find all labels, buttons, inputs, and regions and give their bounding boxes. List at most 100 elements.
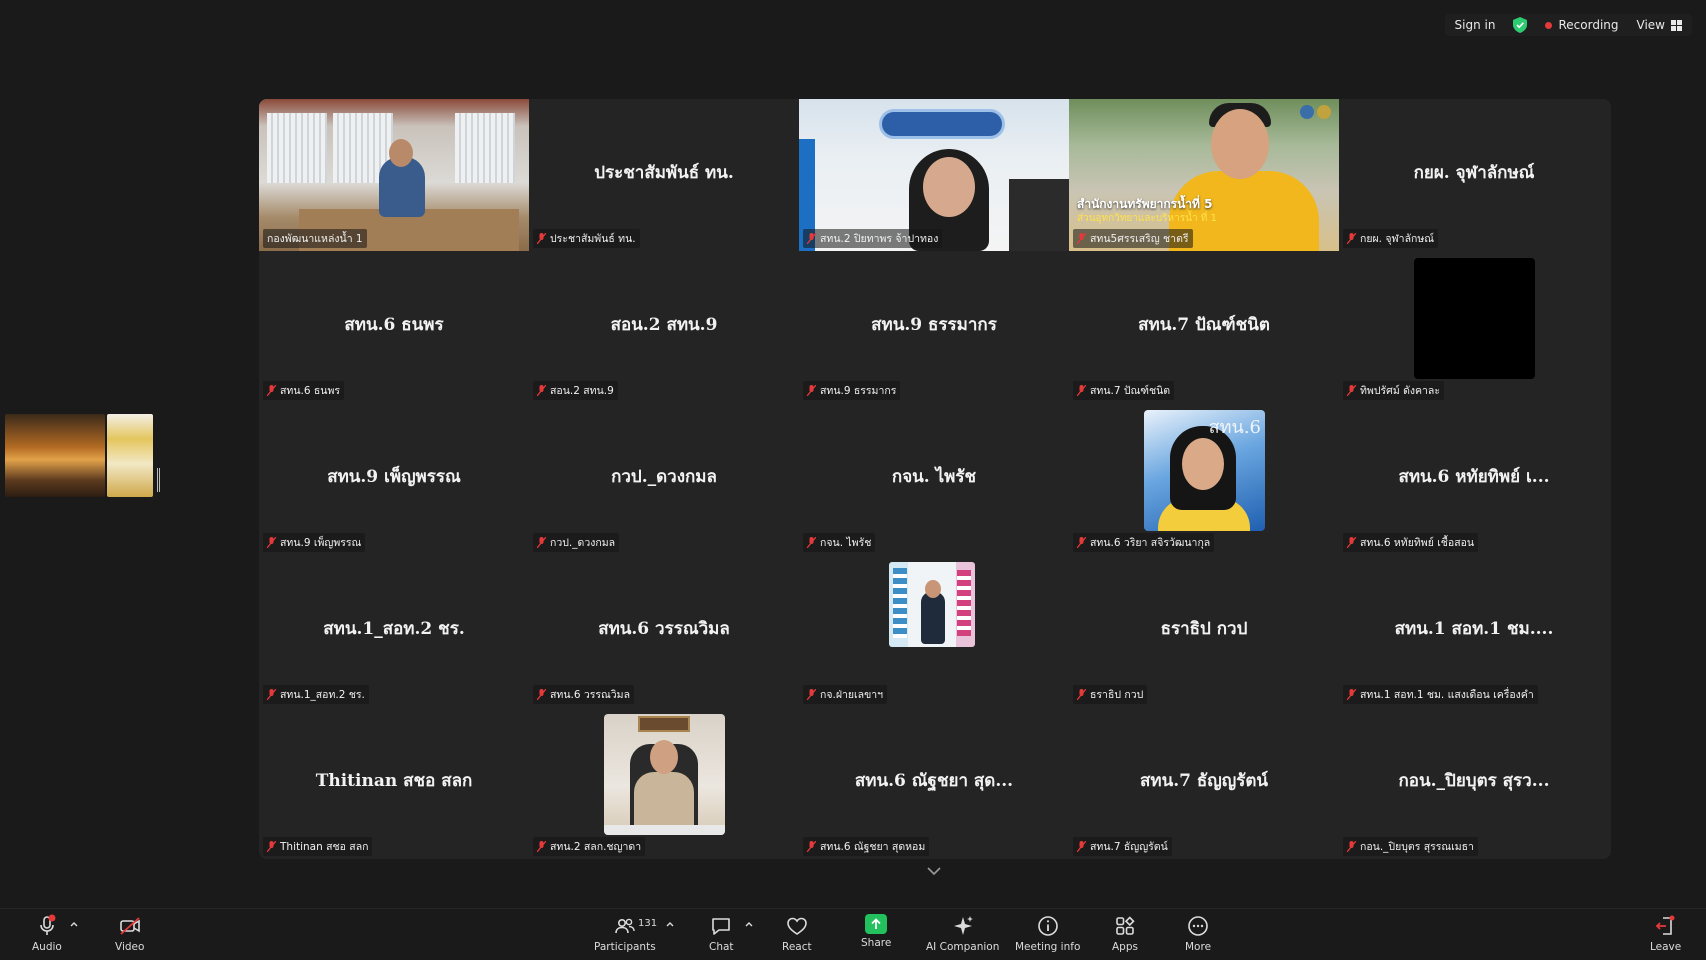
participant-label: กจน. ไพรัช [803,533,876,552]
audio-button[interactable]: Audio [32,914,62,953]
muted-mic-icon [537,537,546,548]
muted-mic-icon [807,385,816,396]
video-button[interactable]: Video [115,914,144,953]
view-button[interactable]: View [1637,18,1682,32]
participant-tile[interactable]: สทน.2 สลก.ชญาดา [529,707,799,859]
info-icon [1037,916,1058,936]
participant-label: กวป._ดวงกมล [533,533,620,552]
react-button[interactable]: React [782,914,812,953]
participant-tile[interactable]: ธราธิป กวป ธราธิป กวป [1069,555,1339,707]
participant-label: สทน.9 เพ็ญพรรณ [263,533,366,552]
participant-tile[interactable]: สทน.7 ธัญญรัตน์ สทน.7 ธัญญรัตน์ [1069,707,1339,859]
participant-tile[interactable]: กยผ. จุฬาลักษณ์ กยผ. จุฬาลักษณ์ [1339,99,1609,251]
participant-label: สทน.6 ธนพร [263,381,345,400]
participant-profile-picture: สทน.6 [1144,410,1265,531]
participant-tile[interactable]: สทน.7 ปัณฑ์ชนิต สทน.7 ปัณฑ์ชนิต [1069,251,1339,403]
participant-label: ทิพปรัศม์ ดังคาละ [1343,381,1445,400]
participant-tile[interactable]: สทน.9 ธรรมากร สทน.9 ธรรมากร [799,251,1069,403]
recording-label: Recording [1558,18,1619,32]
muted-mic-icon [1077,841,1086,852]
audio-options-caret-icon[interactable] [70,921,78,927]
share-label: Share [861,937,892,949]
participant-display-name: กอน._ปิยบุตร สุรว... [1398,771,1550,791]
muted-mic-icon [807,689,816,700]
participant-tile[interactable]: Thitinan สชอ สลก Thitinan สชอ สลก [259,707,529,859]
participant-label: สทน.7 ธัญญรัตน์ [1073,837,1172,856]
apps-button[interactable]: Apps [1112,914,1138,953]
participant-tile[interactable]: สำนักงานทรัพยากรน้ำที่ 5 ส่วนอุทกวิทยาแล… [1069,99,1339,251]
chat-options-caret-icon[interactable] [745,921,753,927]
participants-icon [615,918,635,934]
participant-label: ประชาสัมพันธ์ ทน. [533,229,640,248]
participant-profile-picture [1414,258,1535,379]
participant-tile[interactable]: ทิพปรัศม์ ดังคาละ [1339,251,1609,403]
chevron-down-icon[interactable] [926,866,942,876]
participant-tile[interactable]: สทน.1 สอท.1 ชม.... สทน.1 สอท.1 ชม. แสงเด… [1339,555,1609,707]
participant-tile[interactable]: สทน.1_สอท.2 ชร. สทน.1_สอท.2 ชร. [259,555,529,707]
participant-tile[interactable]: สทน.6 ณัฐชยา สุด... สทน.6 ณัฐชยา สุดหอม [799,707,1069,859]
participant-tile[interactable]: สทน.6 สทน.6 วริยา สจิรวัฒนากุล [1069,403,1339,555]
muted-mic-icon [267,537,276,548]
sign-in-button[interactable]: Sign in [1455,18,1496,32]
participant-display-name: สทน.6 ณัฐชยา สุด... [854,771,1014,791]
participant-profile-picture [889,562,975,647]
more-button[interactable]: More [1185,914,1211,953]
participant-tile[interactable]: สทน.6 ธนพร สทน.6 ธนพร [259,251,529,403]
grid-view-icon [1671,19,1682,31]
participants-options-caret-icon[interactable] [666,921,674,927]
participant-tile[interactable]: ประชาสัมพันธ์ ทน. ประชาสัมพันธ์ ทน. [529,99,799,251]
muted-mic-icon [537,385,546,396]
participant-tile[interactable]: กอน._ปิยบุตร สุรว... กอน._ปิยบุตร สุรรณเ… [1339,707,1609,859]
participant-display-name: สทน.1_สอท.2 ชร. [323,619,465,639]
self-view-drag-handle[interactable] [157,468,160,492]
muted-mic-icon [1347,537,1356,548]
participant-tile[interactable]: สทน.9 เพ็ญพรรณ สทน.9 เพ็ญพรรณ [259,403,529,555]
muted-mic-icon [807,537,816,548]
more-label: More [1185,941,1212,953]
participant-tile[interactable]: กจน. ไพรัช กจน. ไพรัช [799,403,1069,555]
muted-mic-icon [807,841,816,852]
recording-indicator[interactable]: Recording [1545,18,1619,32]
leave-icon [1655,915,1675,935]
participant-tile[interactable]: สทน.2 ปิยทาพร จ้าปาทอง [799,99,1069,251]
self-view-image-1 [5,414,105,497]
self-view-thumbnail[interactable] [5,414,153,497]
chat-button[interactable]: Chat [709,914,734,953]
leave-label: Leave [1650,941,1682,953]
participant-tile[interactable]: สอน.2 สทน.9 สอน.2 สทน.9 [529,251,799,403]
share-button[interactable]: Share [861,914,891,949]
ai-companion-button[interactable]: AI Companion [926,914,999,953]
muted-mic-icon [1077,537,1086,548]
participant-label: สทน.2 ปิยทาพร จ้าปาทอง [803,229,943,248]
muted-mic-icon [267,841,276,852]
encryption-shield-icon[interactable] [1513,17,1528,33]
participants-label: Participants [594,941,656,953]
muted-mic-icon [537,233,546,244]
react-label: React [782,941,812,953]
leave-button[interactable]: Leave [1650,914,1681,953]
participant-label: สทน.6 ณัฐชยา สุดหอม [803,837,930,856]
participant-label: กองพัฒนาแหล่งน้ำ 1 [263,229,367,248]
meeting-info-button[interactable]: Meeting info [1015,914,1080,953]
participant-tile[interactable]: สทน.6 วรรณวิมล สทน.6 วรรณวิมล [529,555,799,707]
participant-tile[interactable]: กจ.ฝ่ายเลขาฯ [799,555,1069,707]
muted-mic-icon [1077,689,1086,700]
participant-label: สทน5ศรรเสริญ ชาตรี [1073,229,1193,248]
video-label: Video [115,941,145,953]
share-screen-icon [865,914,888,934]
participant-tile-active-speaker[interactable]: กองพัฒนาแหล่งน้ำ 1 [259,99,529,251]
participant-display-name: สทน.7 ธัญญรัตน์ [1139,771,1268,791]
participant-label: สทน.1 สอท.1 ชม. แสงเดือน เครื่องคำ [1343,685,1538,704]
top-status-bar: Sign in Recording View [1444,14,1692,36]
participant-profile-picture [604,714,725,835]
participant-label: กจ.ฝ่ายเลขาฯ [803,685,888,704]
chat-icon [712,918,731,935]
participant-tile[interactable]: กวป._ดวงกมล กวป._ดวงกมล [529,403,799,555]
muted-mic-icon [1347,385,1356,396]
participant-label: สทน.7 ปัณฑ์ชนิต [1073,381,1175,400]
participant-label: กยผ. จุฬาลักษณ์ [1343,229,1439,248]
participant-display-name: ธราธิป กวป [1160,619,1248,639]
recording-dot-icon [1545,21,1553,29]
participant-tile[interactable]: สทน.6 หทัยทิพย์ เ... สทน.6 หทัยทิพย์ เชื… [1339,403,1609,555]
participant-display-name: กวป._ดวงกมล [611,467,717,487]
